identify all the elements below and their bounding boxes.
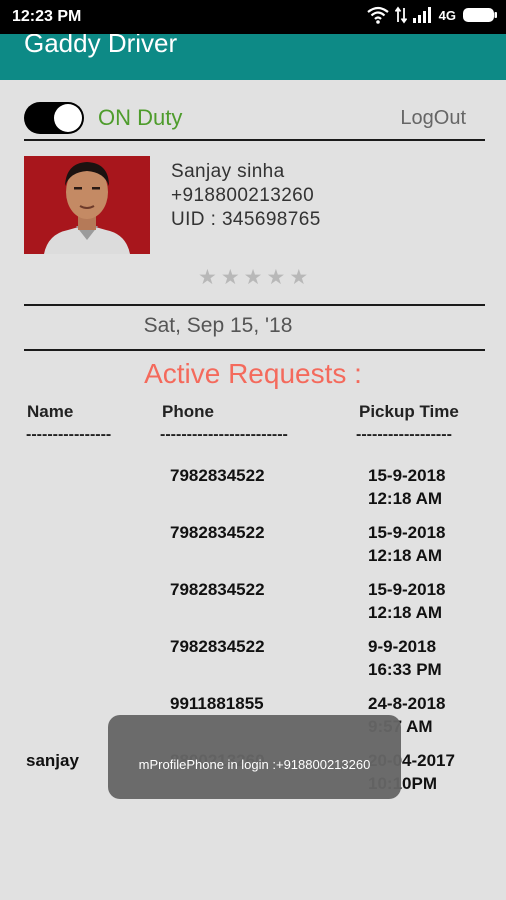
star-icon: ★ [198,266,217,289]
row-phone: 7982834522 [170,466,265,485]
row-pickup-date: 9-9-2018 [368,637,437,656]
driver-rating[interactable]: ★ ★ ★ ★ ★ [198,266,308,290]
duty-status-label: ON Duty [98,105,183,130]
status-icons: 4G [366,6,498,24]
row-name: sanjay [26,751,79,770]
column-separator-pickup-time: ------------------ [356,426,452,443]
profile-info: Sanjay sinha +918800213260 UID : 3456987… [171,160,321,232]
row-pickup-date: 15-9-2018 [368,466,446,485]
row-pickup-time: 15-9-2018 12:18 AM [368,578,446,624]
status-bar: 12:23 PM 4G [0,0,506,34]
row-pickup-date: 24-8-2018 [368,694,446,713]
column-header-phone: Phone [162,402,214,421]
network-type: 4G [438,7,456,23]
star-icon: ★ [266,266,286,289]
row-pickup-time: 15-9-2018 12:18 AM [368,521,446,567]
column-separator-phone: ------------------------ [160,426,288,443]
table-row[interactable]: 7982834522 15-9-2018 12:18 AM [0,578,506,628]
duty-row: ON Duty LogOut [24,100,484,136]
row-pickup-clock: 12:18 AM [368,489,443,508]
wifi-icon [366,6,389,24]
profile-name: Sanjay sinha [171,161,285,182]
star-icon: ★ [220,266,240,289]
profile-phone: +918800213260 [171,185,315,206]
divider [24,139,485,141]
logout-button[interactable]: LogOut [400,107,466,130]
table-row[interactable]: 7982834522 9-9-2018 16:33 PM [0,635,506,685]
row-pickup-time: 9-9-2018 16:33 PM [368,635,442,681]
divider [24,304,485,306]
duty-toggle[interactable] [24,102,84,134]
row-phone: 7982834522 [170,523,265,542]
column-header-pickup-time: Pickup Time [359,402,459,421]
battery-icon [462,7,498,23]
row-pickup-time: 15-9-2018 12:18 AM [368,464,446,510]
star-icon: ★ [243,266,263,289]
data-transfer-icon [394,6,407,24]
row-phone: 9911881855 [170,694,264,713]
row-pickup-clock: 12:18 AM [368,546,443,565]
row-pickup-clock: 16:33 PM [368,660,442,679]
app-title: Gaddy Driver [24,34,178,58]
table-row[interactable]: 7982834522 15-9-2018 12:18 AM [0,464,506,514]
column-header-name: Name [27,402,74,421]
toast-message: mProfilePhone in login :+918800213260 [108,715,401,799]
status-time: 12:23 PM [12,8,82,25]
app-bar: Gaddy Driver [0,34,506,80]
toggle-knob [54,104,82,132]
toast-text: mProfilePhone in login :+918800213260 [138,757,371,772]
divider [24,349,485,351]
row-pickup-date: 15-9-2018 [368,523,446,542]
row-phone: 7982834522 [170,637,265,656]
row-pickup-clock: 12:18 AM [368,603,443,622]
star-icon: ★ [289,266,309,289]
active-requests-title: Active Requests : [144,358,362,389]
profile-uid: UID : 345698765 [171,209,321,230]
profile-photo [24,156,150,254]
row-phone: 7982834522 [170,580,265,599]
column-separator-name: ---------------- [26,426,112,443]
table-row[interactable]: 7982834522 15-9-2018 12:18 AM [0,521,506,571]
row-pickup-date: 15-9-2018 [368,580,446,599]
signal-icon [412,7,433,23]
current-date: Sat, Sep 15, '18 [143,314,293,337]
